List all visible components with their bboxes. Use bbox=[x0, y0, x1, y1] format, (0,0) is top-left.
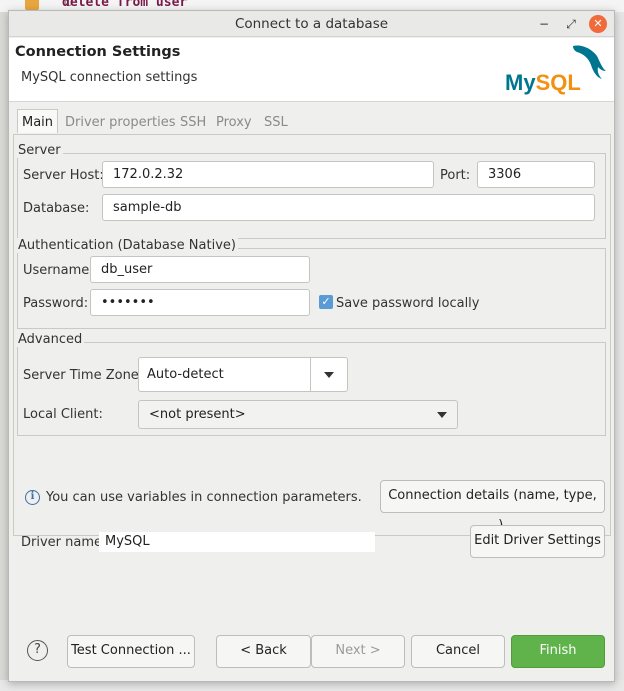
port-label: Port: bbox=[440, 168, 471, 183]
database-label: Database: bbox=[23, 201, 90, 216]
server-legend: Server bbox=[16, 143, 63, 158]
dialog-titlebar[interactable]: Connect to a database − ⤢ ✕ bbox=[9, 11, 614, 37]
back-button[interactable]: < Back bbox=[216, 635, 311, 668]
advanced-group: Advanced Server Time Zone: Auto-detect L… bbox=[16, 332, 606, 436]
tab-main[interactable]: Main bbox=[17, 109, 59, 133]
info-icon: i bbox=[25, 490, 40, 505]
server-host-input[interactable]: 172.0.2.32 bbox=[102, 161, 434, 188]
advanced-legend: Advanced bbox=[16, 332, 85, 347]
tab-ssh[interactable]: SSH bbox=[176, 111, 210, 135]
header-title: Connection Settings bbox=[15, 44, 181, 60]
connection-details-button[interactable]: Connection details (name, type, ... ) bbox=[380, 480, 605, 533]
driver-name-field: MySQL bbox=[99, 532, 375, 552]
close-icon[interactable]: ✕ bbox=[589, 15, 607, 33]
server-group: Server Server Host: 172.0.2.32 Port: 330… bbox=[16, 143, 606, 239]
chevron-down-icon[interactable] bbox=[437, 412, 447, 418]
tab-driver-properties[interactable]: Driver properties bbox=[61, 111, 179, 135]
dialog-header: Connection Settings MySQL connection set… bbox=[9, 38, 614, 102]
local-client-value: <not present> bbox=[149, 407, 246, 422]
server-time-zone-label: Server Time Zone: bbox=[23, 368, 144, 383]
mysql-logo: MySQL bbox=[505, 45, 606, 95]
authentication-group: Authentication (Database Native) Usernam… bbox=[16, 238, 606, 329]
authentication-legend: Authentication (Database Native) bbox=[16, 238, 238, 253]
next-button[interactable]: Next > bbox=[311, 635, 405, 668]
minimize-icon[interactable]: − bbox=[535, 15, 553, 33]
local-client-label: Local Client: bbox=[23, 407, 103, 422]
password-label: Password: bbox=[23, 296, 89, 311]
username-label: Username: bbox=[23, 263, 94, 278]
test-connection-button[interactable]: Test Connection ... bbox=[67, 635, 195, 668]
cancel-button[interactable]: Cancel bbox=[411, 635, 505, 668]
save-password-label[interactable]: Save password locally bbox=[336, 296, 480, 311]
editor-code-text: delete from user bbox=[62, 0, 188, 10]
local-client-select[interactable]: <not present> bbox=[138, 400, 458, 429]
tab-ssl[interactable]: SSL bbox=[260, 111, 292, 135]
password-input[interactable]: ••••••• bbox=[90, 289, 310, 316]
dialog-title: Connect to a database bbox=[234, 16, 389, 32]
database-input[interactable]: sample-db bbox=[102, 194, 595, 221]
maximize-icon[interactable]: ⤢ bbox=[562, 15, 580, 33]
server-time-zone-value: Auto-detect bbox=[147, 367, 224, 382]
port-input[interactable]: 3306 bbox=[477, 161, 595, 188]
tab-main-content: Server Server Host: 172.0.2.32 Port: 330… bbox=[13, 134, 611, 536]
save-password-checkbox[interactable]: ✓ bbox=[319, 295, 333, 309]
mysql-logo-text: MySQL bbox=[505, 70, 581, 95]
finish-button[interactable]: Finish bbox=[511, 635, 605, 668]
help-icon[interactable]: ? bbox=[27, 640, 48, 661]
connect-dialog: Connect to a database − ⤢ ✕ Connection S… bbox=[8, 10, 615, 682]
header-subtitle: MySQL connection settings bbox=[21, 70, 198, 85]
settings-panel: Main Driver properties SSH Proxy SSL Ser… bbox=[13, 109, 611, 619]
background-panel bbox=[615, 12, 624, 691]
chevron-down-icon[interactable] bbox=[324, 372, 334, 378]
server-time-zone-combo[interactable]: Auto-detect bbox=[138, 357, 348, 392]
editor-marker-icon bbox=[25, 0, 39, 10]
variables-info-text: You can use variables in connection para… bbox=[46, 490, 362, 505]
driver-name-label: Driver name: bbox=[21, 535, 107, 550]
server-host-label: Server Host: bbox=[23, 168, 104, 183]
username-input[interactable]: db_user bbox=[90, 256, 310, 283]
edit-driver-settings-button[interactable]: Edit Driver Settings bbox=[470, 525, 605, 558]
combo-separator bbox=[310, 358, 311, 391]
tab-bar: Main Driver properties SSH Proxy SSL bbox=[13, 109, 611, 135]
tab-proxy[interactable]: Proxy bbox=[212, 111, 256, 135]
